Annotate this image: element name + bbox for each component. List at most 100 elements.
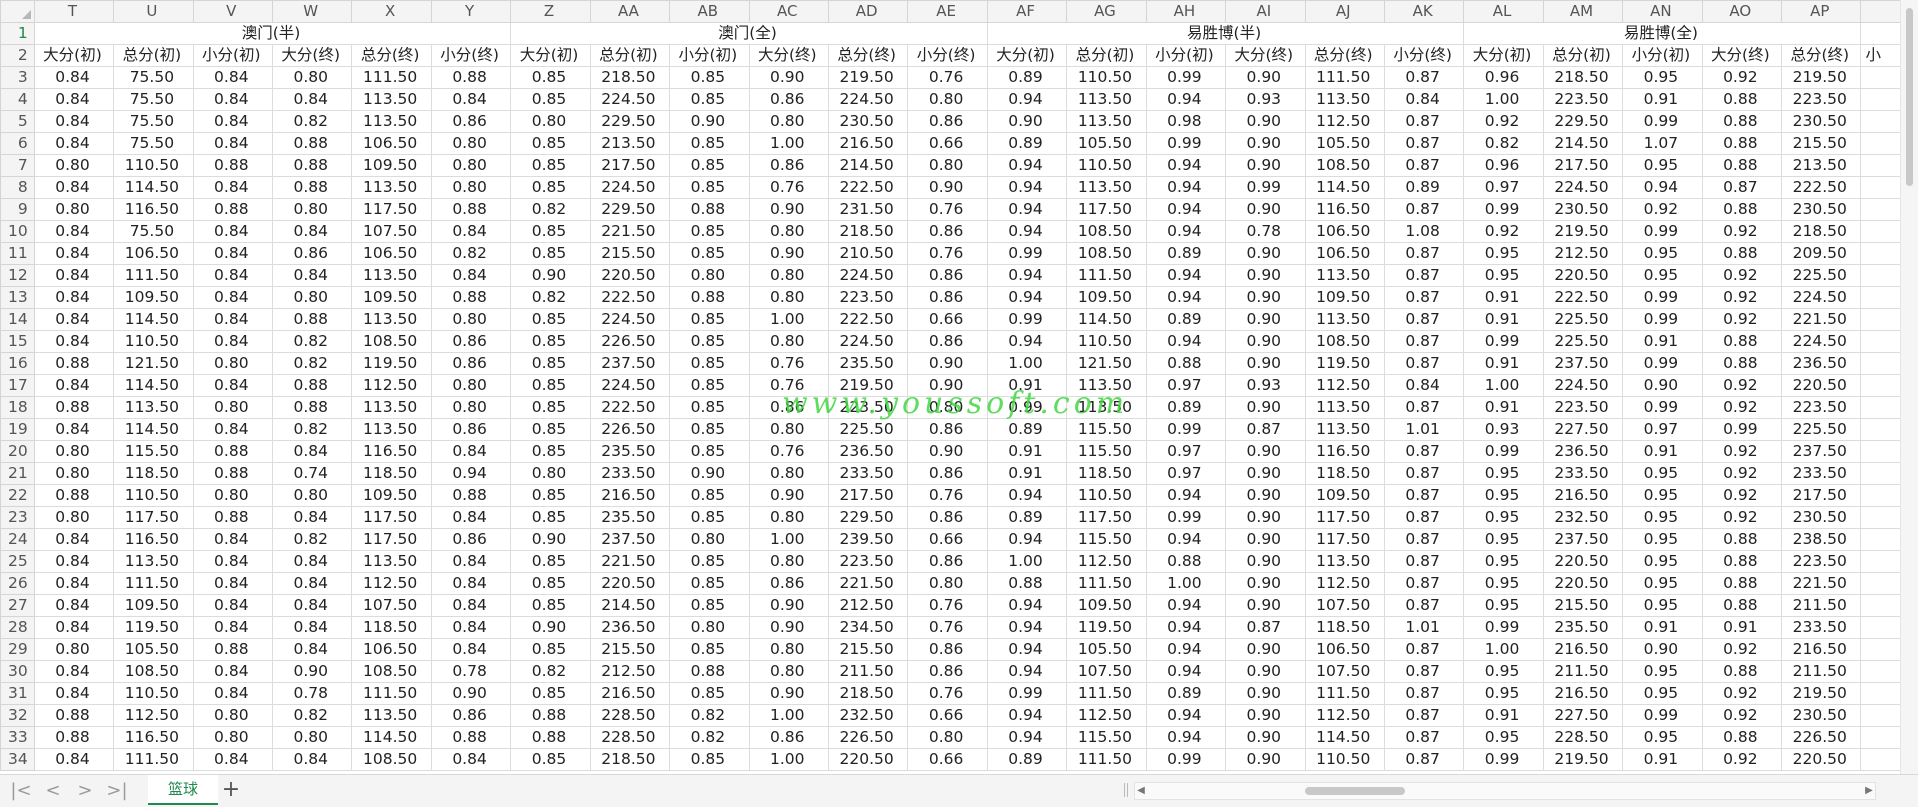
cell[interactable]: 0.88 — [1701, 198, 1783, 221]
cell[interactable]: 0.94 — [1145, 330, 1227, 353]
cell[interactable]: 0.95 — [1622, 550, 1703, 573]
cell[interactable]: 0.84 — [430, 506, 512, 529]
cell[interactable]: 119.50 — [113, 616, 194, 639]
cell[interactable]: 0.84 — [33, 748, 115, 771]
cell[interactable]: 222.50 — [1781, 176, 1862, 199]
cell[interactable] — [1860, 462, 1901, 485]
cell[interactable]: 0.85 — [669, 748, 750, 771]
cell[interactable]: 0.94 — [1145, 286, 1227, 309]
cell[interactable]: 223.50 — [1781, 88, 1862, 111]
cell[interactable]: 0.85 — [510, 572, 591, 595]
cell[interactable]: 0.86 — [748, 726, 829, 749]
cell[interactable]: 0.87 — [1383, 660, 1465, 683]
cell[interactable]: 0.87 — [1383, 594, 1465, 617]
cell[interactable]: 0.86 — [907, 462, 988, 485]
row-number[interactable]: 33 — [0, 726, 35, 749]
cell[interactable]: 109.50 — [1304, 286, 1385, 309]
cell[interactable]: 113.50 — [1304, 396, 1385, 419]
cell[interactable]: 110.50 — [1066, 154, 1147, 177]
cell[interactable]: 0.94 — [986, 704, 1068, 727]
cell[interactable]: 0.82 — [1463, 132, 1544, 155]
cell[interactable]: 0.92 — [1463, 110, 1544, 133]
cell[interactable]: 0.80 — [192, 352, 274, 375]
cell[interactable]: 0.90 — [1225, 154, 1306, 177]
cell[interactable]: 113.50 — [1066, 88, 1147, 111]
cell[interactable]: 115.50 — [1066, 440, 1147, 463]
cell[interactable] — [1860, 682, 1901, 705]
cell[interactable]: 230.50 — [1781, 506, 1862, 529]
cell[interactable] — [1860, 528, 1901, 551]
cell[interactable]: 0.95 — [1622, 660, 1703, 683]
cell[interactable]: 223.50 — [1542, 88, 1624, 111]
cell[interactable]: 0.88 — [1701, 572, 1783, 595]
cell[interactable]: 0.84 — [192, 660, 274, 683]
subheader-cell[interactable]: 大分(初) — [510, 44, 591, 67]
cell[interactable]: 218.50 — [1781, 220, 1862, 243]
cell[interactable]: 213.50 — [1781, 154, 1862, 177]
cell[interactable]: 110.50 — [1066, 484, 1147, 507]
cell[interactable]: 0.88 — [1701, 330, 1783, 353]
cell[interactable]: 0.89 — [986, 132, 1068, 155]
cell[interactable]: 0.95 — [1622, 66, 1703, 89]
cell[interactable]: 0.92 — [1701, 682, 1783, 705]
cell[interactable]: 0.90 — [1225, 528, 1306, 551]
cell[interactable]: 0.84 — [33, 660, 115, 683]
cell[interactable]: 0.96 — [1463, 154, 1544, 177]
cell[interactable]: 1.00 — [748, 748, 829, 771]
cell[interactable]: 0.84 — [192, 418, 274, 441]
cell[interactable]: 0.95 — [1622, 594, 1703, 617]
cell[interactable]: 216.50 — [589, 484, 671, 507]
row-number[interactable]: 8 — [0, 176, 35, 199]
cell[interactable]: 0.80 — [907, 726, 988, 749]
cell[interactable]: 0.91 — [986, 462, 1068, 485]
cell[interactable]: 218.50 — [589, 66, 671, 89]
cell[interactable]: 224.50 — [1542, 176, 1624, 199]
cell[interactable]: 0.78 — [430, 660, 512, 683]
cell[interactable]: 113.50 — [351, 550, 432, 573]
cell[interactable]: 0.90 — [1225, 308, 1306, 331]
cell[interactable]: 0.80 — [430, 154, 512, 177]
cell[interactable]: 113.50 — [1066, 396, 1147, 419]
cell[interactable]: 110.50 — [113, 330, 194, 353]
cell[interactable] — [1860, 506, 1901, 529]
cell[interactable]: 110.50 — [113, 154, 194, 177]
cell[interactable]: 0.85 — [510, 440, 591, 463]
cell[interactable]: 0.91 — [1622, 330, 1703, 353]
cell[interactable]: 216.50 — [1542, 484, 1624, 507]
cell[interactable]: 0.92 — [1701, 462, 1783, 485]
cell[interactable]: 0.85 — [669, 484, 750, 507]
cell[interactable]: 0.84 — [430, 440, 512, 463]
cell[interactable]: 235.50 — [1542, 616, 1624, 639]
cell[interactable]: 233.50 — [1781, 616, 1862, 639]
cell[interactable] — [1860, 132, 1901, 155]
row-number[interactable]: 30 — [0, 660, 35, 683]
cell[interactable]: 112.50 — [1066, 550, 1147, 573]
cell[interactable]: 109.50 — [1066, 594, 1147, 617]
cell[interactable] — [1860, 242, 1901, 265]
row-number[interactable]: 34 — [0, 748, 35, 771]
cell[interactable]: 0.87 — [1383, 286, 1465, 309]
cell[interactable]: 0.90 — [1225, 110, 1306, 133]
cell[interactable]: 0.86 — [430, 352, 512, 375]
cell[interactable]: 0.88 — [272, 308, 353, 331]
cell[interactable]: 117.50 — [1066, 506, 1147, 529]
cell[interactable]: 0.90 — [272, 660, 353, 683]
cell[interactable]: 111.50 — [351, 66, 432, 89]
cell[interactable]: 221.50 — [589, 550, 671, 573]
cell[interactable]: 0.86 — [748, 572, 829, 595]
cell[interactable]: 107.50 — [351, 220, 432, 243]
cell[interactable]: 0.82 — [272, 418, 353, 441]
cell[interactable]: 0.88 — [669, 286, 750, 309]
cell[interactable]: 0.90 — [669, 110, 750, 133]
cell[interactable]: 0.85 — [510, 484, 591, 507]
row-number[interactable]: 13 — [0, 286, 35, 309]
cell[interactable]: 0.84 — [272, 440, 353, 463]
cell[interactable]: 0.76 — [907, 682, 988, 705]
cell[interactable]: 110.50 — [1066, 66, 1147, 89]
cell[interactable]: 111.50 — [113, 264, 194, 287]
cell[interactable]: 0.80 — [907, 88, 988, 111]
cell[interactable] — [1860, 154, 1901, 177]
cell[interactable]: 105.50 — [113, 638, 194, 661]
cell[interactable]: 0.96 — [1463, 66, 1544, 89]
cell[interactable]: 75.50 — [113, 110, 194, 133]
